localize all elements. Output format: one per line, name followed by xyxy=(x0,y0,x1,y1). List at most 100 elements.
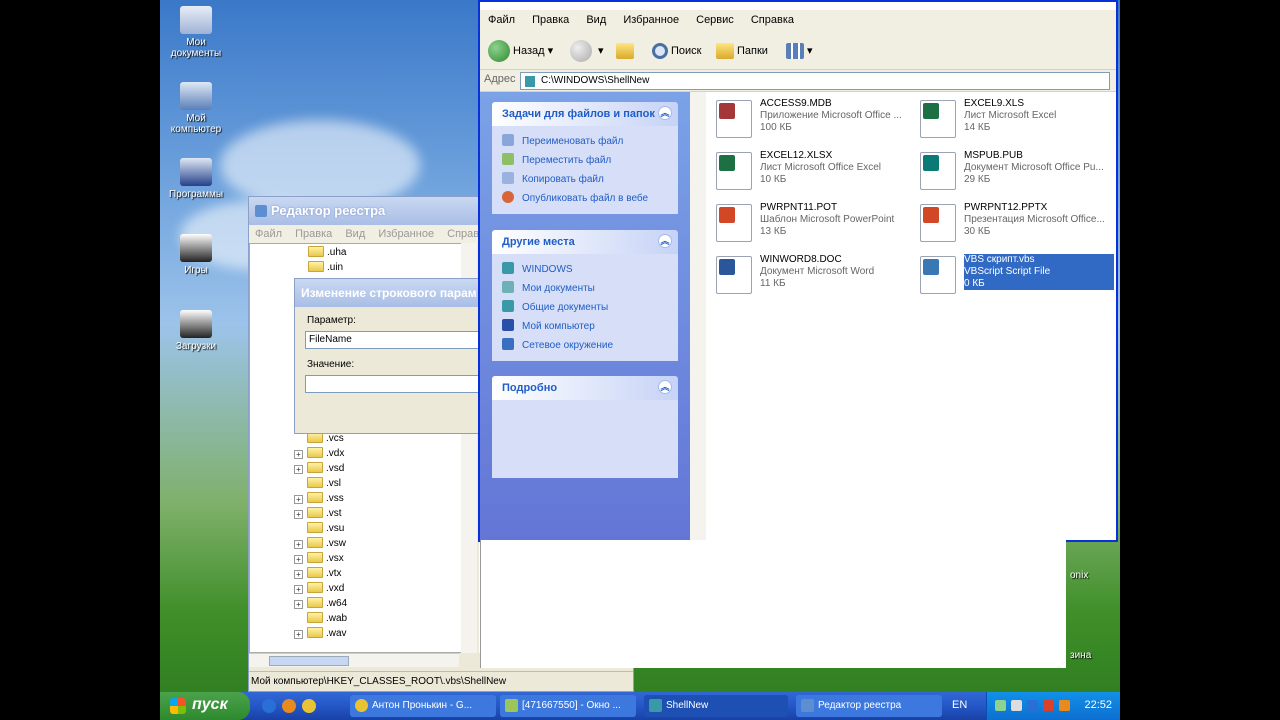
task-rename[interactable]: Переименовать файл xyxy=(502,132,668,151)
tree-node[interactable]: .vsl xyxy=(294,477,341,492)
file-item[interactable]: EXCEL9.XLS Лист Microsoft Excel 14 КБ xyxy=(916,96,1116,140)
reg-menu-favorites[interactable]: Избранное xyxy=(378,228,434,240)
search-button[interactable]: Поиск xyxy=(652,40,701,62)
file-item[interactable]: VBS скрипт.vbs VBScript Script File 0 КБ xyxy=(916,252,1116,296)
place-my-documents[interactable]: Мои документы xyxy=(502,279,668,298)
file-item[interactable]: EXCEL12.XLSX Лист Microsoft Office Excel 1… xyxy=(712,148,912,192)
hscroll-thumb[interactable] xyxy=(269,656,349,666)
back-button[interactable]: Назад ▾ xyxy=(488,40,553,63)
task-window[interactable]: [471667550] - Окно ... xyxy=(500,695,636,717)
app-badge-icon xyxy=(719,155,735,171)
tree-node[interactable]: + .w64 xyxy=(294,597,347,612)
exp-menu-file[interactable]: Файл xyxy=(488,14,515,26)
up-folder-button[interactable] xyxy=(616,40,637,62)
tree-node[interactable]: .uin xyxy=(308,261,343,276)
app-badge-icon xyxy=(923,103,939,119)
reg-menu-edit[interactable]: Правка xyxy=(295,228,332,240)
desktop-icon-programs[interactable]: Программы xyxy=(160,158,232,200)
task-browser[interactable]: Антон Пронькин - G... xyxy=(350,695,496,717)
tree-node[interactable]: + .vsd xyxy=(294,462,344,477)
expand-icon[interactable]: + xyxy=(294,510,303,519)
folder-icon xyxy=(307,597,323,608)
tree-node[interactable]: .vcs xyxy=(294,432,344,447)
desktop-icon-downloads[interactable]: Загрузки xyxy=(160,310,232,352)
task-copy[interactable]: Копировать файл xyxy=(502,170,668,189)
expand-icon[interactable]: + xyxy=(294,630,303,639)
file-text: VBS скрипт.vbs VBScript Script File 0 КБ xyxy=(964,254,1114,290)
collapse-icon[interactable]: ︽ xyxy=(658,234,672,248)
tree-node[interactable]: + .vss xyxy=(294,492,344,507)
file-item[interactable]: WINWORD8.DOC Документ Microsoft Word 11 КБ xyxy=(712,252,912,296)
skype-icon[interactable] xyxy=(262,699,276,713)
tree-node[interactable]: + .vsw xyxy=(294,537,346,552)
file-tasks-header[interactable]: Задачи для файлов и папок ︽ xyxy=(492,102,678,126)
language-indicator[interactable]: EN xyxy=(952,699,967,711)
place-shared-documents[interactable]: Общие документы xyxy=(502,298,668,317)
details-header[interactable]: Подробно ︽ xyxy=(492,376,678,400)
expand-icon[interactable]: + xyxy=(294,495,303,504)
tree-node[interactable]: + .vsx xyxy=(294,552,344,567)
desktop-icon-games[interactable]: Игры xyxy=(160,234,232,276)
tray-app-icon[interactable] xyxy=(1059,700,1070,711)
expand-icon[interactable]: + xyxy=(294,450,303,459)
folder-icon xyxy=(307,522,323,533)
task-publish[interactable]: Опубликовать файл в вебе xyxy=(502,189,668,208)
folders-button[interactable]: Папки xyxy=(716,40,768,62)
task-move[interactable]: Переместить файл xyxy=(502,151,668,170)
collapse-icon[interactable]: ︽ xyxy=(658,106,672,120)
edit-string-dialog-titlebar[interactable]: Изменение строкового парам xyxy=(295,279,479,307)
exp-menu-tools[interactable]: Сервис xyxy=(696,14,734,26)
reg-menu-view[interactable]: Вид xyxy=(345,228,365,240)
exp-menu-edit[interactable]: Правка xyxy=(532,14,569,26)
collapse-icon[interactable]: ︽ xyxy=(658,380,672,394)
expand-icon[interactable]: + xyxy=(294,570,303,579)
tree-node[interactable]: + .vdx xyxy=(294,447,344,462)
views-button[interactable]: ▾ xyxy=(786,40,813,62)
expand-icon[interactable]: + xyxy=(294,600,303,609)
param-name-field[interactable]: FileName xyxy=(305,331,483,349)
exp-menu-favorites[interactable]: Избранное xyxy=(623,14,679,26)
task-pane-scrollbar[interactable] xyxy=(690,92,706,542)
expand-icon[interactable]: + xyxy=(294,585,303,594)
expand-icon[interactable]: + xyxy=(294,555,303,564)
forward-button[interactable]: ▾ xyxy=(570,40,604,63)
tree-node[interactable]: .uha xyxy=(308,246,346,261)
place-windows[interactable]: WINDOWS xyxy=(502,260,668,279)
tree-node[interactable]: + .wav xyxy=(294,627,347,642)
file-list[interactable]: ACCESS9.MDB Приложение Microsoft Office .… xyxy=(708,92,1114,538)
place-my-computer[interactable]: Мой компьютер xyxy=(502,317,668,336)
tray-app-icon[interactable] xyxy=(1027,700,1038,711)
tree-node[interactable]: .wab xyxy=(294,612,347,627)
tray-app-icon[interactable] xyxy=(1043,700,1054,711)
reg-menu-file[interactable]: Файл xyxy=(255,228,282,240)
expand-icon[interactable]: + xyxy=(294,465,303,474)
exp-menu-help[interactable]: Справка xyxy=(751,14,794,26)
firefox-icon[interactable] xyxy=(282,699,296,713)
desktop-icon-my-documents[interactable]: Мои документы xyxy=(160,6,232,59)
other-places-header[interactable]: Другие места ︽ xyxy=(492,230,678,254)
task-shellnew[interactable]: ShellNew xyxy=(644,695,788,717)
file-item[interactable]: ACCESS9.MDB Приложение Microsoft Office .… xyxy=(712,96,912,140)
chrome-icon[interactable] xyxy=(302,699,316,713)
tree-node[interactable]: + .vtx xyxy=(294,567,342,582)
network-tray-icon[interactable] xyxy=(995,700,1006,711)
desktop-icon-my-computer[interactable]: Мой компьютер xyxy=(160,82,232,135)
file-item[interactable]: MSPUB.PUB Документ Microsoft Office Pu...… xyxy=(916,148,1116,192)
place-network[interactable]: Сетевое окружение xyxy=(502,336,668,355)
file-item[interactable]: PWRPNT11.POT Шаблон Microsoft PowerPoint 1… xyxy=(712,200,912,244)
volume-icon[interactable] xyxy=(1011,700,1022,711)
registry-tree-hscroll[interactable] xyxy=(249,653,459,667)
tree-node[interactable]: .vsu xyxy=(294,522,344,537)
tree-node[interactable]: + .vxd xyxy=(294,582,344,597)
value-data-field[interactable] xyxy=(305,375,483,393)
task-regedit[interactable]: Редактор реестра xyxy=(796,695,942,717)
file-item[interactable]: PWRPNT12.PPTX Презентация Microsoft Offic… xyxy=(916,200,1116,244)
desktop-label-onix[interactable]: onix xyxy=(1070,570,1088,581)
tree-node[interactable]: + .vst xyxy=(294,507,342,522)
start-button[interactable]: пуск xyxy=(160,692,250,720)
exp-menu-view[interactable]: Вид xyxy=(586,14,606,26)
expand-icon[interactable]: + xyxy=(294,540,303,549)
address-field[interactable]: C:\WINDOWS\ShellNew xyxy=(520,72,1110,90)
desktop-label-recycle[interactable]: зина xyxy=(1070,650,1091,661)
